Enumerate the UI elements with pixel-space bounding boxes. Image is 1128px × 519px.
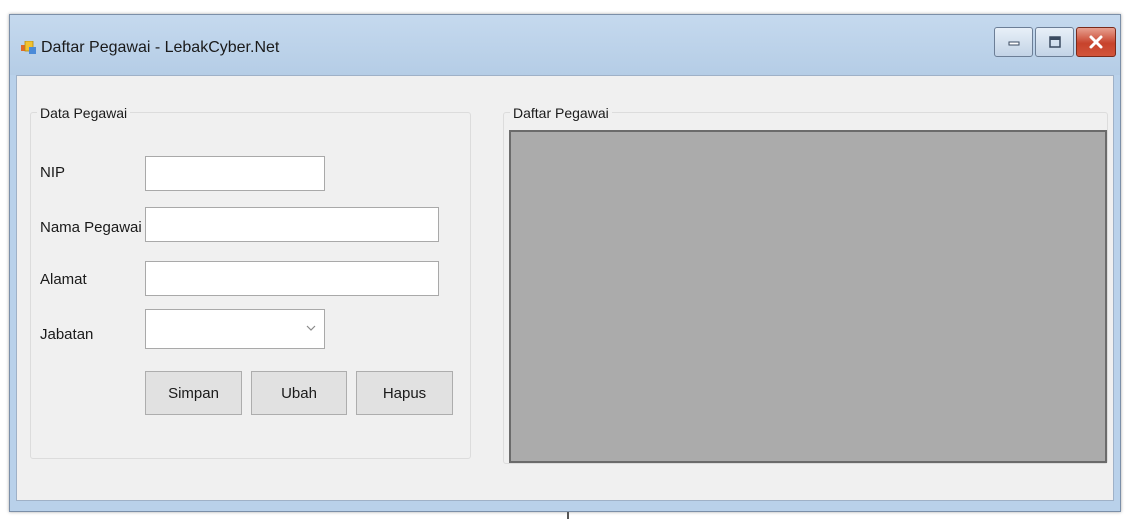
- maximize-icon: [1048, 36, 1061, 48]
- nama-pegawai-label: Nama Pegawai: [40, 219, 142, 236]
- window-title: Daftar Pegawai - LebakCyber.Net: [41, 39, 280, 56]
- app-window: Daftar Pegawai - LebakCyber.Net Data Peg…: [9, 14, 1121, 512]
- form-app-icon: [21, 41, 36, 54]
- alamat-input[interactable]: [145, 261, 439, 296]
- jabatan-label: Jabatan: [40, 326, 94, 343]
- simpan-button[interactable]: Simpan: [145, 371, 242, 415]
- chevron-down-icon: [306, 325, 316, 331]
- close-icon: [1089, 35, 1103, 49]
- daftar-pegawai-group-title: Daftar Pegawai: [510, 105, 612, 121]
- pegawai-data-grid[interactable]: [509, 130, 1107, 463]
- data-pegawai-group-title: Data Pegawai: [37, 105, 131, 121]
- nip-input[interactable]: [145, 156, 325, 191]
- maximize-button[interactable]: [1035, 27, 1074, 57]
- minimize-button[interactable]: [994, 27, 1033, 57]
- resize-tick: [567, 512, 569, 519]
- close-button[interactable]: [1076, 27, 1116, 57]
- alamat-label: Alamat: [40, 271, 87, 288]
- hapus-button[interactable]: Hapus: [356, 371, 453, 415]
- ubah-button[interactable]: Ubah: [251, 371, 347, 415]
- title-bar[interactable]: Daftar Pegawai - LebakCyber.Net: [10, 15, 1120, 75]
- nama-pegawai-input[interactable]: [145, 207, 439, 242]
- form-client-area: Data Pegawai NIP Nama Pegawai Alamat Jab…: [16, 75, 1114, 501]
- minimize-icon: [1008, 41, 1019, 46]
- jabatan-select[interactable]: [145, 309, 325, 349]
- nip-label: NIP: [40, 164, 66, 181]
- window-controls: [994, 27, 1116, 61]
